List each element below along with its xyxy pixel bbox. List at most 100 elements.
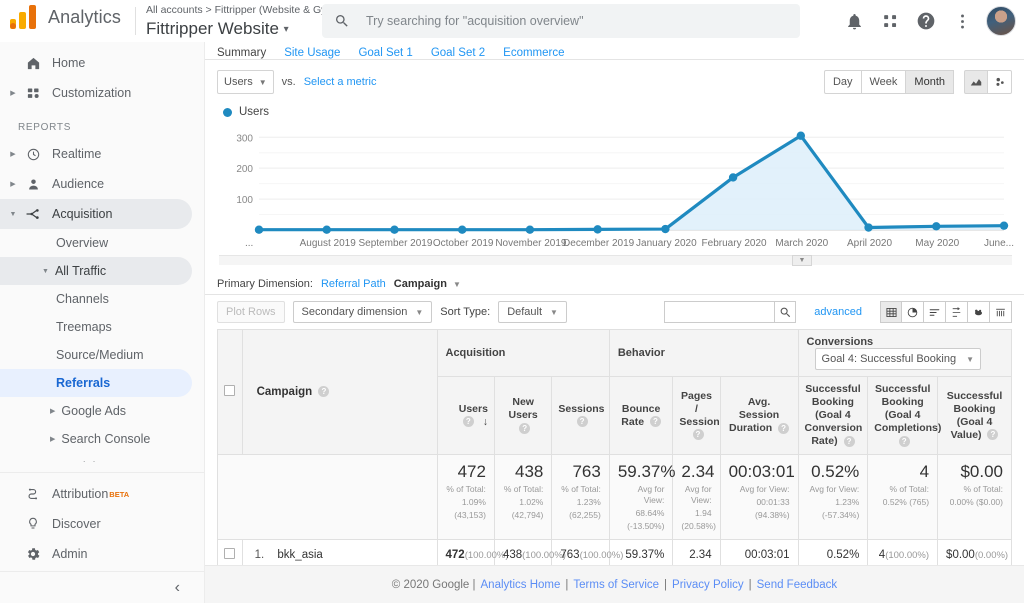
footer-link-analytics-home[interactable]: Analytics Home xyxy=(481,579,561,591)
row-campaign-name[interactable]: bkk_asia xyxy=(277,549,322,561)
help-tooltip-icon[interactable]: ? xyxy=(692,429,704,441)
apps-grid-icon[interactable] xyxy=(874,5,906,37)
sidebar-item-referrals[interactable]: Referrals xyxy=(0,369,192,397)
global-search[interactable] xyxy=(322,4,800,38)
granularity-month[interactable]: Month xyxy=(906,70,954,94)
sort-type-label: Sort Type: xyxy=(440,306,491,318)
row-checkbox[interactable] xyxy=(224,547,236,559)
chevron-down-icon[interactable]: ▼ xyxy=(42,268,49,275)
table-search-icon[interactable] xyxy=(774,301,797,323)
column-header-bounce-rate[interactable]: Bounce Rate ? xyxy=(608,376,674,455)
column-header-goal4-conversion-rate[interactable]: Successful Booking (Goal 4 Conversion Ra… xyxy=(797,376,869,455)
column-header-goal4-value[interactable]: Successful Booking (Goal 4 Value) ? xyxy=(937,376,1012,455)
chevron-down-icon[interactable]: ▼ xyxy=(6,211,20,218)
user-avatar[interactable] xyxy=(986,6,1016,36)
help-tooltip-icon[interactable]: ? xyxy=(576,416,588,428)
term-cloud-view-icon[interactable] xyxy=(968,301,990,323)
help-tooltip-icon[interactable]: ? xyxy=(649,416,661,428)
chevron-right-icon[interactable]: ▶ xyxy=(6,150,20,158)
sidebar-collapse-button[interactable]: ‹ xyxy=(0,571,204,603)
primary-dimension-campaign[interactable]: Campaign ▼ xyxy=(394,278,461,290)
column-header-pages-per-session[interactable]: Pages / Session ? xyxy=(672,376,721,455)
column-header-avg-session-duration[interactable]: Avg. Session Duration ? xyxy=(719,376,799,455)
select-all-checkbox[interactable] xyxy=(224,385,236,396)
sort-type-button[interactable]: Default ▼ xyxy=(498,301,567,323)
column-header-sessions[interactable]: Sessions ? xyxy=(551,376,610,455)
plot-rows-button[interactable]: Plot Rows xyxy=(217,301,285,323)
account-selector[interactable]: All accounts > Fittripper (Website & Gy.… xyxy=(146,4,334,40)
analytics-logo-area[interactable]: Analytics xyxy=(10,5,121,29)
table-view-icon[interactable] xyxy=(880,301,902,323)
granularity-week[interactable]: Week xyxy=(861,70,907,94)
tab-goal-set-2[interactable]: Goal Set 2 xyxy=(431,47,485,59)
motion-chart-icon[interactable] xyxy=(988,70,1012,94)
help-tooltip-icon[interactable]: ? xyxy=(987,429,999,441)
sidebar-item-social[interactable]: ▶ Social xyxy=(0,453,204,462)
footer-link-send-feedback[interactable]: Send Feedback xyxy=(757,579,838,591)
help-tooltip-icon[interactable]: ? xyxy=(462,416,474,428)
help-tooltip-icon[interactable]: ? xyxy=(778,422,790,434)
column-header-new-users[interactable]: New Users ? xyxy=(493,376,553,455)
search-input[interactable] xyxy=(364,13,788,29)
chevron-right-icon[interactable]: ▶ xyxy=(50,407,55,415)
sidebar-item-home[interactable]: Home xyxy=(0,48,204,78)
secondary-dimension-label: Secondary dimension xyxy=(301,306,408,318)
granularity-day[interactable]: Day xyxy=(823,70,862,94)
summary-subvalue: 0.52% (765) xyxy=(882,497,930,507)
help-tooltip-icon[interactable]: ? xyxy=(898,435,910,447)
footer-link-privacy[interactable]: Privacy Policy xyxy=(672,579,744,591)
pie-view-icon[interactable] xyxy=(902,301,924,323)
performance-view-icon[interactable] xyxy=(924,301,946,323)
campaign-column-header[interactable]: Campaign ? xyxy=(241,329,438,455)
sidebar-item-treemaps[interactable]: Treemaps xyxy=(0,313,204,341)
pivot-view-icon[interactable] xyxy=(990,301,1012,323)
more-options-icon[interactable] xyxy=(946,5,978,37)
sidebar-item-source-medium[interactable]: Source/Medium xyxy=(0,341,204,369)
help-icon[interactable] xyxy=(910,5,942,37)
line-chart-icon[interactable] xyxy=(964,70,988,94)
column-header-goal4-completions[interactable]: Successful Booking (Goal 4 Completions) … xyxy=(867,376,941,455)
comparison-view-icon[interactable] xyxy=(946,301,968,323)
tab-ecommerce[interactable]: Ecommerce xyxy=(503,47,564,59)
goal-selector[interactable]: Goal 4: Successful Booking ▼ xyxy=(814,348,981,370)
sidebar-item-overview[interactable]: Overview xyxy=(0,229,204,257)
sidebar-item-acquisition[interactable]: ▼ Acquisition xyxy=(0,199,192,229)
help-tooltip-icon[interactable]: ? xyxy=(843,435,855,447)
help-tooltip-icon[interactable]: ? xyxy=(519,422,531,434)
main-content: Summary Site Usage Goal Set 1 Goal Set 2… xyxy=(205,42,1024,603)
summary-value: 472 xyxy=(457,462,486,481)
sidebar-item-realtime[interactable]: ▶ Realtime xyxy=(0,139,204,169)
sidebar-item-all-traffic[interactable]: ▼ All Traffic xyxy=(0,257,192,285)
sidebar-item-channels[interactable]: Channels xyxy=(0,285,204,313)
top-bar: Analytics All accounts > Fittripper (Web… xyxy=(0,0,1024,42)
tab-goal-set-1[interactable]: Goal Set 1 xyxy=(358,47,412,59)
help-tooltip-icon[interactable]: ? xyxy=(318,386,330,398)
chevron-right-icon[interactable]: ▶ xyxy=(6,180,20,188)
chevron-right-icon[interactable]: ▶ xyxy=(50,435,55,443)
sidebar-item-discover[interactable]: Discover xyxy=(0,509,204,539)
sidebar-item-search-console[interactable]: ▶ Search Console xyxy=(0,425,204,453)
tab-site-usage[interactable]: Site Usage xyxy=(284,47,340,59)
sidebar-item-google-ads[interactable]: ▶ Google Ads xyxy=(0,397,204,425)
tab-summary[interactable]: Summary xyxy=(217,47,266,59)
table-search-input[interactable] xyxy=(664,301,775,323)
sidebar-item-attribution[interactable]: Attribution BETA xyxy=(0,479,204,509)
advanced-link[interactable]: advanced xyxy=(814,306,862,318)
sidebar-item-audience[interactable]: ▶ Audience xyxy=(0,169,204,199)
sidebar-item-customization[interactable]: ▶ Customization xyxy=(0,78,204,108)
select-all-cell[interactable] xyxy=(217,329,243,455)
chart-scroll-thumb[interactable]: ▼ xyxy=(792,255,812,266)
sort-desc-icon[interactable]: ↓ xyxy=(483,416,488,428)
property-name[interactable]: Fittripper Website ▾ xyxy=(146,18,334,40)
chevron-right-icon[interactable]: ▶ xyxy=(6,89,20,97)
column-header-users[interactable]: Users ? ↓ xyxy=(436,376,495,455)
chart-scroll-strip[interactable]: ▼ xyxy=(219,255,1012,267)
footer-link-terms[interactable]: Terms of Service xyxy=(573,579,659,591)
select-metric-link[interactable]: Select a metric xyxy=(304,76,377,88)
metric-selector[interactable]: Users ▼ xyxy=(217,70,274,94)
sidebar-item-admin[interactable]: Admin xyxy=(0,539,204,569)
chart-scrollbar[interactable] xyxy=(219,255,1012,265)
secondary-dimension-button[interactable]: Secondary dimension ▼ xyxy=(292,301,433,323)
primary-dimension-referral-path[interactable]: Referral Path xyxy=(321,278,386,290)
notifications-icon[interactable] xyxy=(838,5,870,37)
